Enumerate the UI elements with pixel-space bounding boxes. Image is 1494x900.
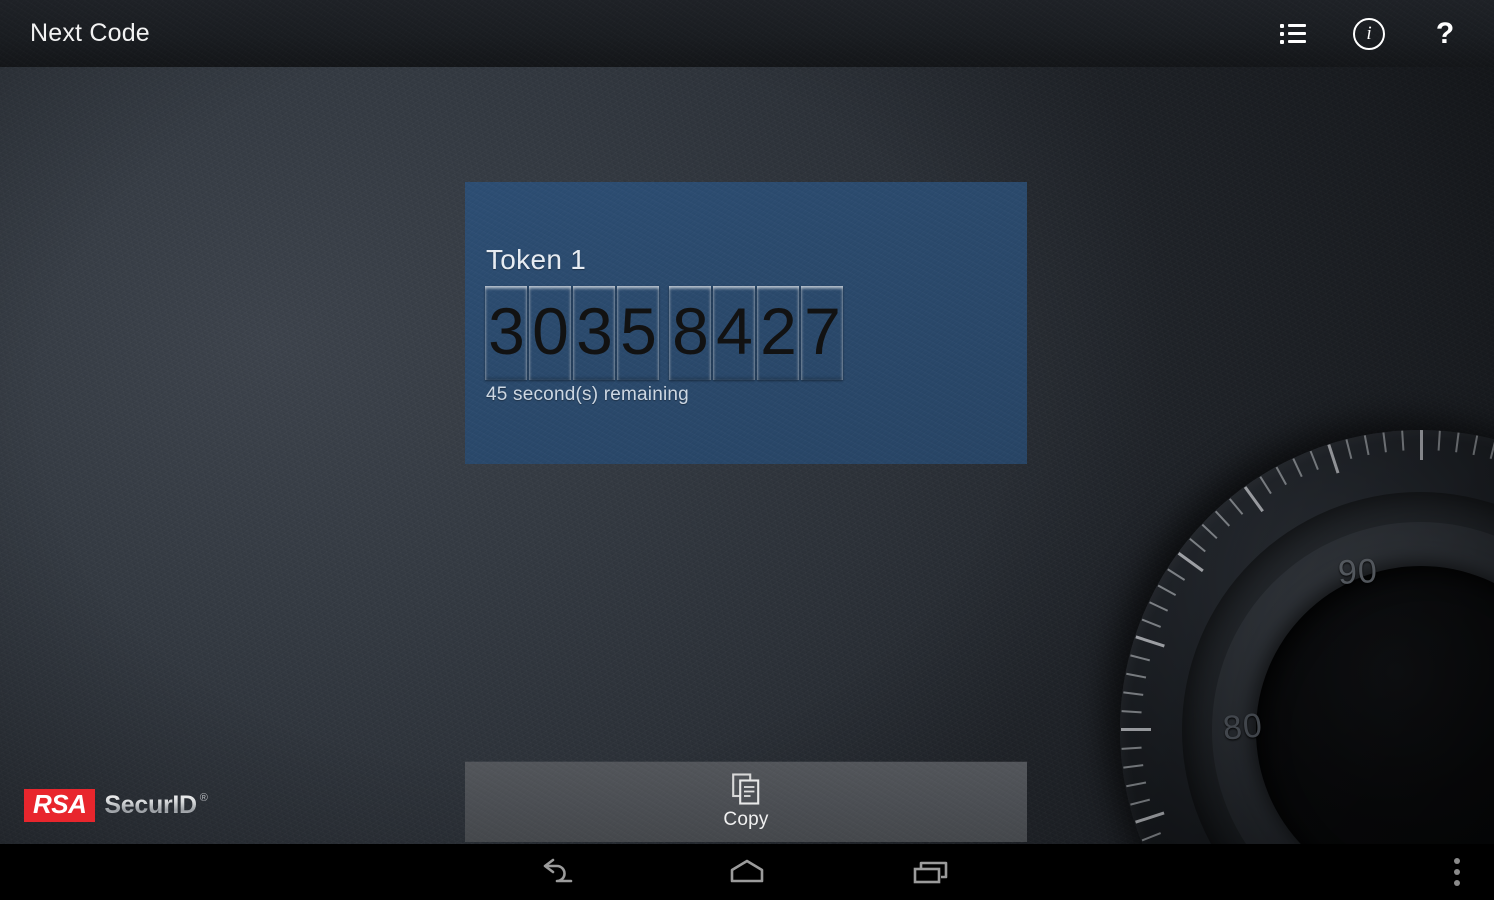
token-name-label: Token 1 — [486, 244, 587, 275]
registered-trademark-mark: ® — [199, 792, 208, 804]
android-navigation-bar — [0, 844, 1494, 900]
info-icon: i — [1353, 17, 1385, 50]
code-digit-tile: 3 — [485, 286, 527, 380]
help-button[interactable]: ? — [1418, 7, 1472, 61]
rsa-wordmark: RSA — [24, 789, 96, 823]
back-button[interactable] — [525, 849, 601, 895]
copy-icon — [731, 773, 761, 805]
info-button[interactable]: i — [1342, 7, 1396, 61]
home-icon — [730, 859, 764, 883]
countdown-label: 45 second(s) remaining — [486, 384, 689, 405]
copy-button[interactable]: Copy — [465, 762, 1027, 842]
question-mark-icon: ? — [1435, 16, 1455, 50]
overflow-menu-button[interactable] — [1448, 852, 1466, 892]
copy-button-label: Copy — [723, 809, 769, 830]
code-digit-tile: 7 — [801, 286, 843, 380]
dot-icon — [1454, 880, 1460, 886]
rsa-securid-logo: RSA SecurID ® — [24, 789, 208, 823]
dot-icon — [1454, 858, 1460, 864]
code-group-second: 8427 — [669, 286, 843, 380]
app-screen: 90 80 Next Code i ? Token 1 30 — [0, 0, 1494, 900]
page-title: Next Code — [30, 19, 150, 47]
token-code: 3035 8427 — [485, 286, 843, 380]
token-card[interactable]: Token 1 3035 8427 45 second(s) remaining — [465, 182, 1027, 464]
back-arrow-icon — [543, 858, 573, 883]
code-digit-tile: 5 — [617, 286, 659, 380]
dot-icon — [1454, 869, 1460, 875]
token-list-button[interactable] — [1266, 7, 1320, 61]
code-digit-tile: 0 — [529, 286, 571, 380]
recent-apps-icon — [913, 861, 948, 884]
action-bar: Next Code i ? — [0, 0, 1494, 67]
securid-wordmark: SecurID — [104, 791, 197, 820]
code-group-first: 3035 — [485, 286, 659, 380]
code-digit-tile: 4 — [713, 286, 755, 380]
home-button[interactable] — [709, 849, 785, 895]
code-digit-tile: 2 — [757, 286, 799, 380]
recents-button[interactable] — [893, 849, 969, 895]
list-icon — [1280, 23, 1306, 44]
code-digit-tile: 3 — [573, 286, 615, 380]
code-digit-tile: 8 — [669, 286, 711, 380]
action-bar-buttons: i ? — [1266, 7, 1494, 61]
